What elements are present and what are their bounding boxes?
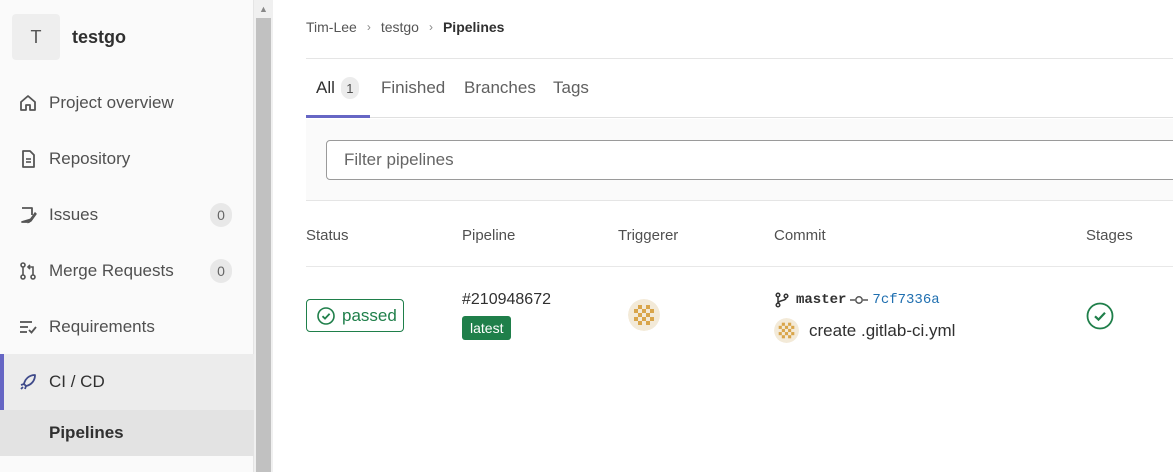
sidebar-item-project-overview[interactable]: Project overview: [0, 77, 254, 129]
filter-bar: [306, 119, 1173, 201]
sidebar-item-label: Merge Requests: [49, 261, 174, 280]
chevron-right-icon: ›: [366, 20, 371, 34]
issues-icon: [21, 207, 37, 224]
sidebar-item-requirements[interactable]: Requirements: [0, 301, 254, 353]
sidebar-item-label: Issues: [49, 205, 99, 224]
column-header-pipeline: Pipeline: [462, 227, 516, 244]
requirements-icon: [20, 321, 37, 334]
document-icon: [22, 150, 35, 168]
sidebar-item-issues[interactable]: Issues 0: [0, 189, 254, 241]
column-header-triggerer: Triggerer: [618, 227, 679, 244]
check-circle-icon: [317, 306, 335, 325]
sidebar-item-label: Project overview: [49, 93, 174, 112]
breadcrumb-current[interactable]: Pipelines: [443, 19, 504, 35]
merge-requests-count-badge: 0: [210, 259, 232, 283]
active-tab-indicator: [306, 115, 370, 118]
sidebar-item-repository[interactable]: Repository: [0, 133, 254, 185]
sidebar: T testgo Project overview Repository Iss…: [0, 0, 254, 472]
tab-branches[interactable]: Branches: [464, 58, 536, 118]
merge-request-icon: [20, 262, 36, 280]
triggerer-avatar[interactable]: [628, 299, 660, 331]
sidebar-item-label: CI / CD: [49, 372, 105, 391]
status-label: passed: [342, 305, 397, 325]
column-header-stages: Stages: [1086, 227, 1133, 244]
breadcrumb-project[interactable]: testgo: [381, 19, 419, 35]
sidebar-item-merge-requests[interactable]: Merge Requests 0: [0, 245, 254, 297]
stage-passed-icon[interactable]: [1086, 302, 1114, 330]
table-row: passed #210948672 latest master 7cf7336a: [306, 267, 1173, 367]
sidebar-scrollbar[interactable]: ▲: [254, 0, 273, 472]
column-header-status: Status: [306, 227, 349, 244]
scroll-up-arrow-icon[interactable]: ▲: [254, 0, 273, 18]
pipeline-id-link[interactable]: #210948672: [462, 291, 551, 309]
tab-tags[interactable]: Tags: [553, 58, 589, 118]
sidebar-subitem-pipelines[interactable]: Pipelines: [0, 410, 254, 456]
commit-sha-link[interactable]: 7cf7336a: [872, 292, 939, 308]
sidebar-item-label: Requirements: [49, 317, 155, 336]
tab-label: All: [316, 78, 335, 97]
commit-message-link[interactable]: create .gitlab-ci.yml: [809, 321, 955, 341]
main-content: Tim-Lee › testgo › Pipelines All 1 Finis…: [273, 0, 1173, 472]
table-header: Status Pipeline Triggerer Commit Stages: [306, 201, 1173, 267]
scroll-thumb[interactable]: [256, 18, 271, 472]
breadcrumb: Tim-Lee › testgo › Pipelines: [306, 19, 504, 35]
column-header-commit: Commit: [774, 227, 826, 244]
branch-name-link[interactable]: master: [796, 292, 846, 308]
filter-pipelines-input[interactable]: [326, 140, 1173, 180]
home-icon: [20, 95, 36, 111]
latest-badge: latest: [462, 316, 512, 340]
pipeline-tabs: All 1 Finished Branches Tags: [306, 58, 1173, 118]
rocket-icon: [20, 374, 36, 390]
commit-message: create .gitlab-ci.yml: [774, 318, 955, 343]
sidebar-item-ci-cd[interactable]: CI / CD: [0, 354, 254, 410]
breadcrumb-user[interactable]: Tim-Lee: [306, 19, 357, 35]
issues-count-badge: 0: [210, 203, 232, 227]
commit-icon: [850, 296, 869, 304]
status-badge[interactable]: passed: [306, 299, 404, 332]
tab-count-badge: 1: [340, 77, 359, 99]
project-name[interactable]: testgo: [72, 27, 126, 48]
commit-author-avatar[interactable]: [774, 318, 799, 343]
tab-all[interactable]: All 1: [316, 58, 359, 118]
project-header[interactable]: T testgo: [12, 14, 126, 60]
project-avatar[interactable]: T: [12, 14, 60, 60]
tab-finished[interactable]: Finished: [381, 58, 445, 118]
sidebar-item-label: Repository: [49, 149, 131, 168]
branch-icon: [775, 292, 789, 308]
chevron-right-icon: ›: [428, 20, 433, 34]
commit-ref: master 7cf7336a: [774, 292, 940, 308]
